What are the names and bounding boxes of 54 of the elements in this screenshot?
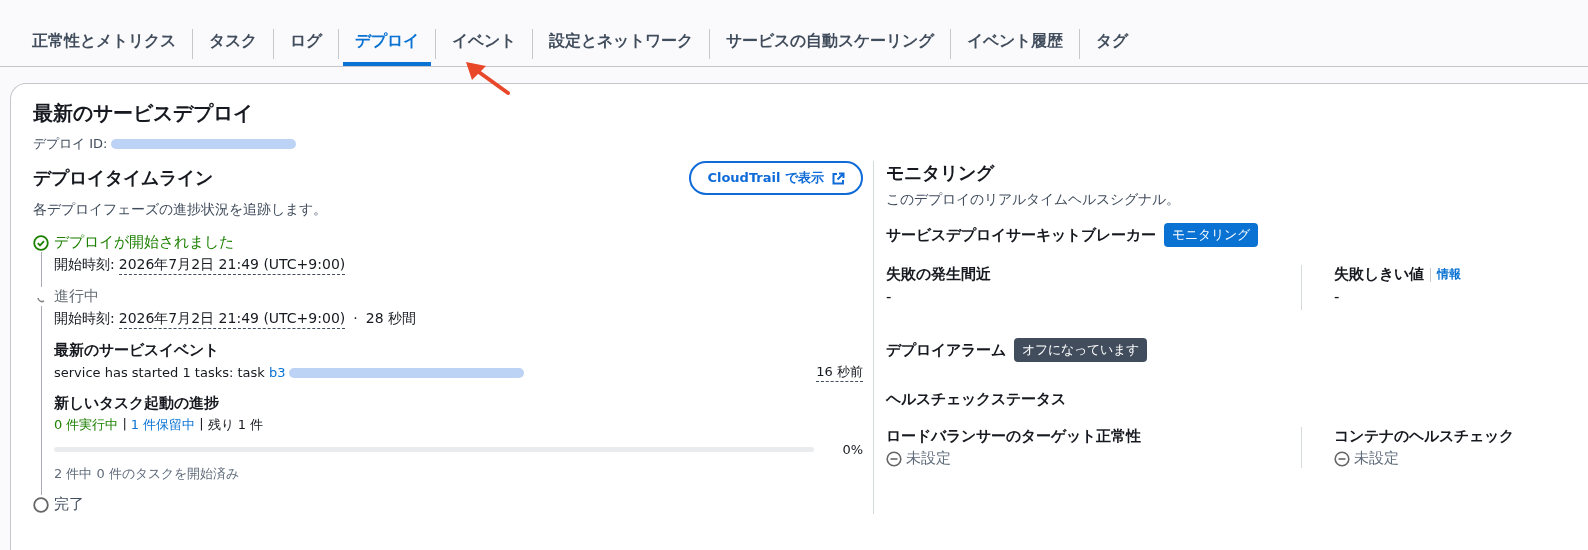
pending-count: 1 件保留中 bbox=[130, 416, 196, 434]
running-count: 0 件実行中 bbox=[54, 416, 119, 434]
status-badge: モニタリング bbox=[1164, 223, 1258, 247]
progress-percent: 0% bbox=[842, 442, 863, 457]
info-link[interactable]: 情報 bbox=[1437, 266, 1461, 283]
step-label: デプロイが開始されました bbox=[54, 233, 234, 252]
start-label: 開始時刻: bbox=[54, 256, 115, 274]
section-title: デプロイタイムライン bbox=[33, 166, 213, 190]
tab[interactable]: 設定とネットワーク bbox=[537, 22, 705, 66]
subsection-title: 最新のサービスイベント bbox=[54, 341, 220, 360]
minus-circle-icon bbox=[886, 450, 902, 467]
field-value: - bbox=[1334, 288, 1341, 308]
event-age: 16 秒前 bbox=[816, 363, 863, 382]
separator: | bbox=[199, 416, 204, 433]
subsection-title: ヘルスチェックステータス bbox=[886, 390, 1067, 409]
start-time: 2026年7月2日 21:49 (UTC+9:00) bbox=[118, 310, 346, 329]
separator-dot: · bbox=[353, 310, 358, 328]
cloudtrail-button[interactable]: CloudTrail で表示 bbox=[689, 161, 863, 195]
field-label: 失敗の発生間近 bbox=[886, 265, 991, 284]
minus-circle-icon bbox=[1334, 450, 1350, 467]
progress-caption: 2 件中 0 件のタスクを開始済み bbox=[54, 465, 240, 483]
field-value: - bbox=[886, 288, 893, 308]
subsection-title: サービスデプロイサーキットブレーカー bbox=[886, 225, 1156, 245]
task-link[interactable]: b3 bbox=[268, 365, 286, 380]
description: 各デプロイフェーズの進捗状況を追跡します。 bbox=[33, 201, 328, 219]
field-label: ロードバランサーのターゲット正常性 bbox=[886, 427, 1141, 446]
tab[interactable]: イベント bbox=[440, 22, 528, 66]
tab[interactable]: ログ bbox=[278, 22, 334, 66]
separator: | bbox=[122, 416, 127, 433]
status-badge: オフになっています bbox=[1014, 338, 1147, 362]
duration: 28 秒間 bbox=[365, 310, 416, 328]
step-label: 進行中 bbox=[54, 287, 99, 306]
field-label: コンテナのヘルスチェック bbox=[1334, 427, 1514, 446]
section-title: モニタリング bbox=[886, 161, 996, 185]
deploy-id-label: デプロイ ID: bbox=[33, 135, 108, 153]
tab[interactable]: イベント履歴 bbox=[955, 22, 1075, 66]
subsection-title: デプロイアラーム bbox=[886, 340, 1006, 360]
event-text: service has started 1 tasks: task bbox=[54, 365, 265, 380]
tab[interactable]: タグ bbox=[1084, 22, 1140, 66]
tab[interactable]: タスク bbox=[197, 22, 269, 66]
field-label: 失敗しきい値 bbox=[1334, 265, 1424, 284]
tab[interactable]: 正常性とメトリクス bbox=[20, 22, 188, 66]
start-time: 2026年7月2日 21:49 (UTC+9:00) bbox=[118, 256, 346, 275]
tab[interactable]: デプロイ bbox=[343, 22, 431, 66]
external-link-icon bbox=[832, 171, 845, 185]
subsection-title: 新しいタスク起動の進捗 bbox=[54, 394, 220, 413]
remaining-count: 残り 1 件 bbox=[207, 416, 264, 434]
field-value: 未設定 bbox=[906, 449, 951, 468]
start-label: 開始時刻: bbox=[54, 310, 115, 328]
field-value: 未設定 bbox=[1354, 449, 1399, 468]
step-label: 完了 bbox=[54, 495, 84, 514]
section-title: 最新のサービスデプロイ bbox=[33, 100, 254, 127]
description: このデプロイのリアルタイムヘルスシグナル。 bbox=[886, 191, 1181, 209]
tab[interactable]: サービスの自動スケーリング bbox=[714, 22, 946, 66]
